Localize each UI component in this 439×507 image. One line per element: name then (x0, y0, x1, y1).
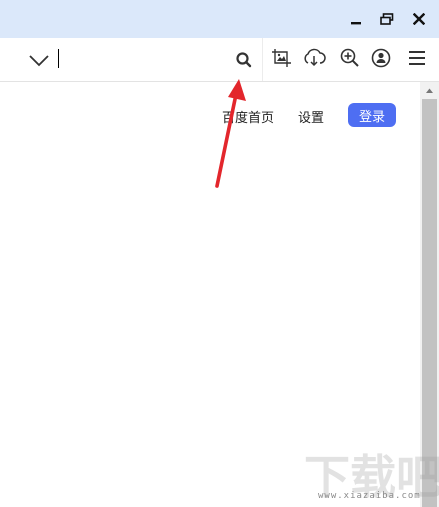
download-icon (302, 47, 326, 73)
zoom-button[interactable] (337, 47, 363, 73)
screenshot-icon (271, 47, 293, 73)
screenshot-button[interactable] (269, 47, 295, 73)
close-button[interactable] (408, 8, 430, 30)
watermark-url: www.xiazaiba.com (318, 491, 421, 501)
address-history-dropdown[interactable] (26, 48, 52, 72)
download-button[interactable] (301, 47, 327, 73)
vertical-scrollbar[interactable] (420, 82, 439, 507)
baidu-home-link[interactable]: 百度首页 (222, 107, 274, 126)
account-button[interactable] (368, 47, 394, 73)
search-icon (232, 52, 256, 76)
address-input[interactable] (58, 46, 224, 72)
login-button[interactable]: 登录 (348, 103, 396, 127)
window-titlebar (0, 0, 439, 38)
browser-toolbar (0, 38, 439, 82)
user-icon (370, 47, 392, 73)
search-button[interactable] (232, 48, 256, 72)
menu-button[interactable] (404, 47, 430, 73)
scrollbar-thumb[interactable] (422, 99, 437, 507)
settings-link[interactable]: 设置 (298, 107, 324, 126)
minimize-button[interactable] (345, 8, 367, 30)
scroll-up-button[interactable] (420, 82, 439, 99)
menu-icon (407, 49, 427, 71)
restore-button[interactable] (376, 8, 398, 30)
zoom-in-icon (339, 47, 361, 73)
page-content (0, 82, 420, 507)
restore-icon (380, 10, 394, 29)
minimize-icon (350, 10, 362, 29)
chevron-down-icon (26, 55, 52, 76)
close-icon (412, 10, 426, 29)
toolbar-divider (262, 38, 263, 81)
text-caret (58, 49, 59, 68)
